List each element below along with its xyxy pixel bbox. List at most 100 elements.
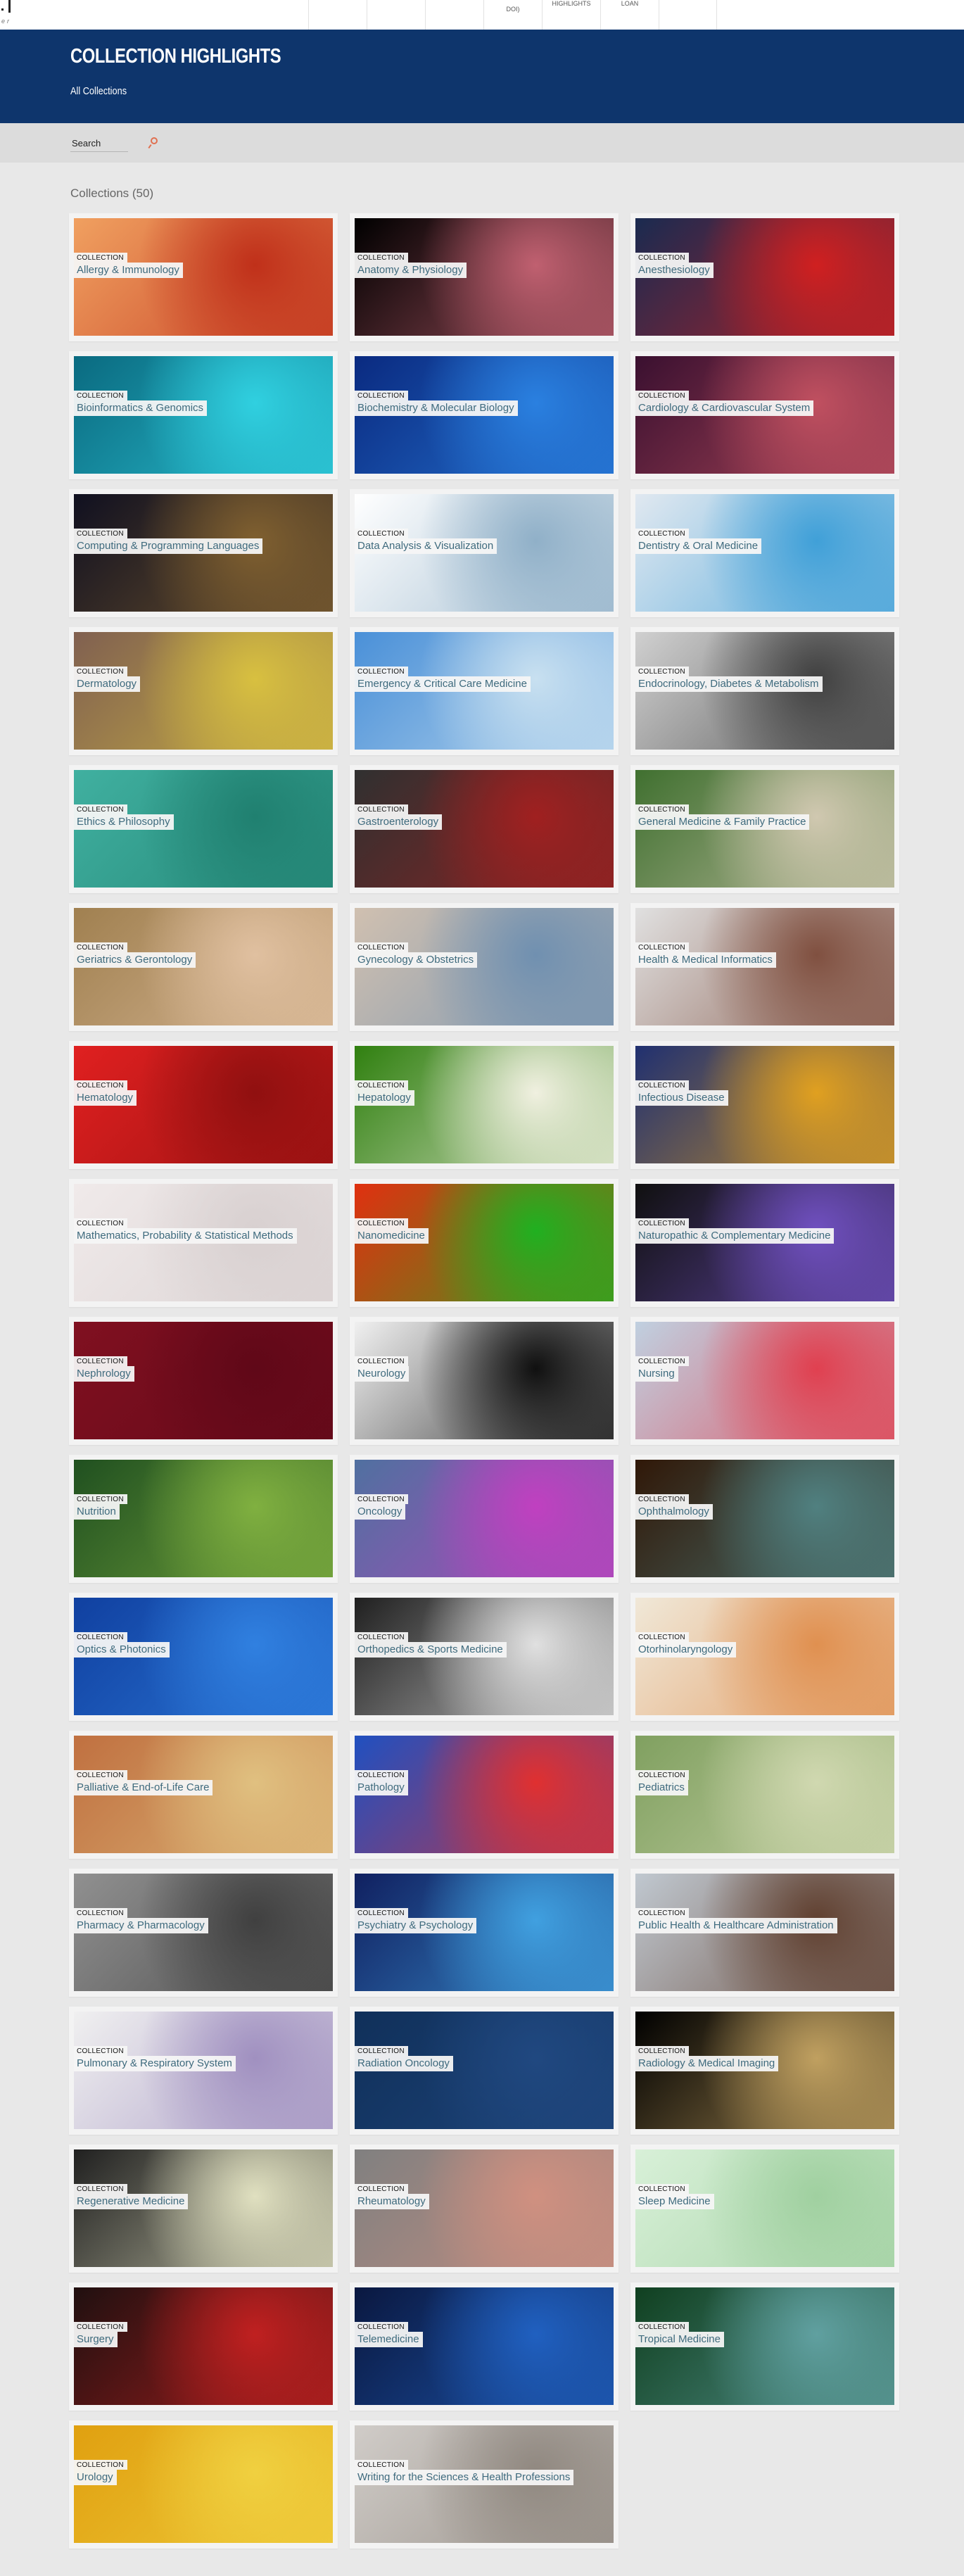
collection-card[interactable]: COLLECTION Sleep Medicine [630, 2145, 899, 2273]
collection-card[interactable]: COLLECTION Hematology [69, 1041, 338, 1169]
collection-title[interactable]: Optics & Photonics [74, 1642, 170, 1658]
nav-item-doi[interactable]: DOI) [483, 0, 542, 30]
collection-card[interactable]: COLLECTION Anatomy & Physiology [350, 213, 619, 341]
nav-item-loan[interactable]: LOAN [600, 0, 659, 30]
collection-card[interactable]: COLLECTION Oncology [350, 1455, 619, 1583]
nav-item-2[interactable] [367, 0, 425, 30]
collection-title[interactable]: Sleep Medicine [635, 2194, 714, 2209]
collection-title[interactable]: Ethics & Philosophy [74, 814, 174, 830]
collection-title[interactable]: Geriatrics & Gerontology [74, 952, 196, 968]
collection-title[interactable]: Palliative & End-of-Life Care [74, 1780, 213, 1795]
collection-title[interactable]: Biochemistry & Molecular Biology [355, 400, 518, 416]
collection-title[interactable]: Pathology [355, 1780, 408, 1795]
collection-title[interactable]: Pulmonary & Respiratory System [74, 2056, 236, 2071]
collection-title[interactable]: Rheumatology [355, 2194, 429, 2209]
collection-card[interactable]: COLLECTION Nanomedicine [350, 1179, 619, 1307]
collection-card[interactable]: COLLECTION Anesthesiology [630, 213, 899, 341]
collection-title[interactable]: Computing & Programming Languages [74, 538, 263, 554]
collection-card[interactable]: COLLECTION Biochemistry & Molecular Biolo… [350, 351, 619, 479]
collection-title[interactable]: Data Analysis & Visualization [355, 538, 497, 554]
collection-title[interactable]: Gynecology & Obstetrics [355, 952, 478, 968]
collection-title[interactable]: Infectious Disease [635, 1090, 728, 1106]
collection-title[interactable]: Emergency & Critical Care Medicine [355, 676, 531, 692]
collection-card[interactable]: COLLECTION General Medicine & Family Prac… [630, 765, 899, 893]
collection-card[interactable]: COLLECTION Radiology & Medical Imaging [630, 2007, 899, 2135]
collection-card[interactable]: COLLECTION Pediatrics [630, 1731, 899, 1859]
collection-card[interactable]: COLLECTION Data Analysis & Visualization [350, 489, 619, 617]
collection-card[interactable]: COLLECTION Pharmacy & Pharmacology [69, 1869, 338, 1997]
collection-title[interactable]: Nutrition [74, 1504, 120, 1520]
collection-card[interactable]: COLLECTION Nephrology [69, 1317, 338, 1445]
search-icon[interactable] [151, 137, 158, 144]
collection-title[interactable]: Neurology [355, 1366, 410, 1382]
collection-title[interactable]: Otorhinolaryngology [635, 1642, 737, 1658]
collection-card[interactable]: COLLECTION Dermatology [69, 627, 338, 755]
collection-title[interactable]: Bioinformatics & Genomics [74, 400, 208, 416]
collection-card[interactable]: COLLECTION Orthopedics & Sports Medicine [350, 1593, 619, 1721]
collection-title[interactable]: Anatomy & Physiology [355, 263, 467, 278]
collection-card[interactable]: COLLECTION Public Health & Healthcare Adm… [630, 1869, 899, 1997]
collection-card[interactable]: COLLECTION Optics & Photonics [69, 1593, 338, 1721]
collection-card[interactable]: COLLECTION Regenerative Medicine [69, 2145, 338, 2273]
collection-card[interactable]: COLLECTION Radiation Oncology [350, 2007, 619, 2135]
collection-title[interactable]: Nanomedicine [355, 1228, 429, 1244]
collection-card[interactable]: COLLECTION Otorhinolaryngology [630, 1593, 899, 1721]
collection-card[interactable]: COLLECTION Naturopathic & Complementary M… [630, 1179, 899, 1307]
collection-title[interactable]: Endocrinology, Diabetes & Metabolism [635, 676, 823, 692]
collection-card[interactable]: COLLECTION Mathematics, Probability & Sta… [69, 1179, 338, 1307]
collection-title[interactable]: Radiology & Medical Imaging [635, 2056, 779, 2071]
collection-title[interactable]: Nephrology [74, 1366, 134, 1382]
collection-card[interactable]: COLLECTION Hepatology [350, 1041, 619, 1169]
nav-item-1[interactable] [308, 0, 367, 30]
collection-title[interactable]: General Medicine & Family Practice [635, 814, 810, 830]
collection-card[interactable]: COLLECTION Endocrinology, Diabetes & Meta… [630, 627, 899, 755]
collection-card[interactable]: COLLECTION Allergy & Immunology [69, 213, 338, 341]
collection-title[interactable]: Hepatology [355, 1090, 414, 1106]
collection-card[interactable]: COLLECTION Nursing [630, 1317, 899, 1445]
collection-title[interactable]: Psychiatry & Psychology [355, 1918, 477, 1933]
collection-card[interactable]: COLLECTION Emergency & Critical Care Medi… [350, 627, 619, 755]
collection-card[interactable]: COLLECTION Computing & Programming Langua… [69, 489, 338, 617]
collection-title[interactable]: Allergy & Immunology [74, 263, 183, 278]
collection-title[interactable]: Nursing [635, 1366, 678, 1382]
collection-card[interactable]: COLLECTION Telemedicine [350, 2283, 619, 2411]
collection-card[interactable]: COLLECTION Gynecology & Obstetrics [350, 903, 619, 1031]
collection-title[interactable]: Tropical Medicine [635, 2332, 724, 2347]
collection-card[interactable]: COLLECTION Urology [69, 2420, 338, 2549]
collection-card[interactable]: COLLECTION Pathology [350, 1731, 619, 1859]
collection-card[interactable]: COLLECTION Cardiology & Cardiovascular Sy… [630, 351, 899, 479]
collection-title[interactable]: Telemedicine [355, 2332, 423, 2347]
collection-card[interactable]: COLLECTION Palliative & End-of-Life Care [69, 1731, 338, 1859]
collection-card[interactable]: COLLECTION Surgery [69, 2283, 338, 2411]
collection-card[interactable]: COLLECTION Ethics & Philosophy [69, 765, 338, 893]
collection-card[interactable]: COLLECTION Nutrition [69, 1455, 338, 1583]
collection-title[interactable]: Gastroenterology [355, 814, 443, 830]
collection-title[interactable]: Naturopathic & Complementary Medicine [635, 1228, 835, 1244]
collection-card[interactable]: COLLECTION Gastroenterology [350, 765, 619, 893]
collection-title[interactable]: Hematology [74, 1090, 137, 1106]
collection-title[interactable]: Anesthesiology [635, 263, 714, 278]
collection-title[interactable]: Ophthalmology [635, 1504, 713, 1520]
collection-title[interactable]: Orthopedics & Sports Medicine [355, 1642, 507, 1658]
collection-title[interactable]: Regenerative Medicine [74, 2194, 189, 2209]
collection-card[interactable]: COLLECTION Neurology [350, 1317, 619, 1445]
collection-title[interactable]: Public Health & Healthcare Administratio… [635, 1918, 837, 1933]
collection-title[interactable]: Dermatology [74, 676, 141, 692]
collection-title[interactable]: Urology [74, 2470, 117, 2485]
collection-card[interactable]: COLLECTION Rheumatology [350, 2145, 619, 2273]
collection-card[interactable]: COLLECTION Tropical Medicine [630, 2283, 899, 2411]
collection-title[interactable]: Mathematics, Probability & Statistical M… [74, 1228, 297, 1244]
collection-card[interactable]: COLLECTION Infectious Disease [630, 1041, 899, 1169]
collection-title[interactable]: Writing for the Sciences & Health Profes… [355, 2470, 574, 2485]
nav-item-highlights[interactable]: HIGHLIGHTS [542, 0, 600, 30]
collection-title[interactable]: Pediatrics [635, 1780, 688, 1795]
collection-title[interactable]: Surgery [74, 2332, 118, 2347]
breadcrumb-all-collections[interactable]: All Collections [70, 85, 127, 97]
collection-card[interactable]: COLLECTION Health & Medical Informatics [630, 903, 899, 1031]
collection-card[interactable]: COLLECTION Pulmonary & Respiratory System [69, 2007, 338, 2135]
collection-title[interactable]: Oncology [355, 1504, 406, 1520]
nav-item-7[interactable] [659, 0, 717, 30]
collection-card[interactable]: COLLECTION Psychiatry & Psychology [350, 1869, 619, 1997]
collection-card[interactable]: COLLECTION Writing for the Sciences & Hea… [350, 2420, 619, 2549]
nav-item-3[interactable] [425, 0, 483, 30]
